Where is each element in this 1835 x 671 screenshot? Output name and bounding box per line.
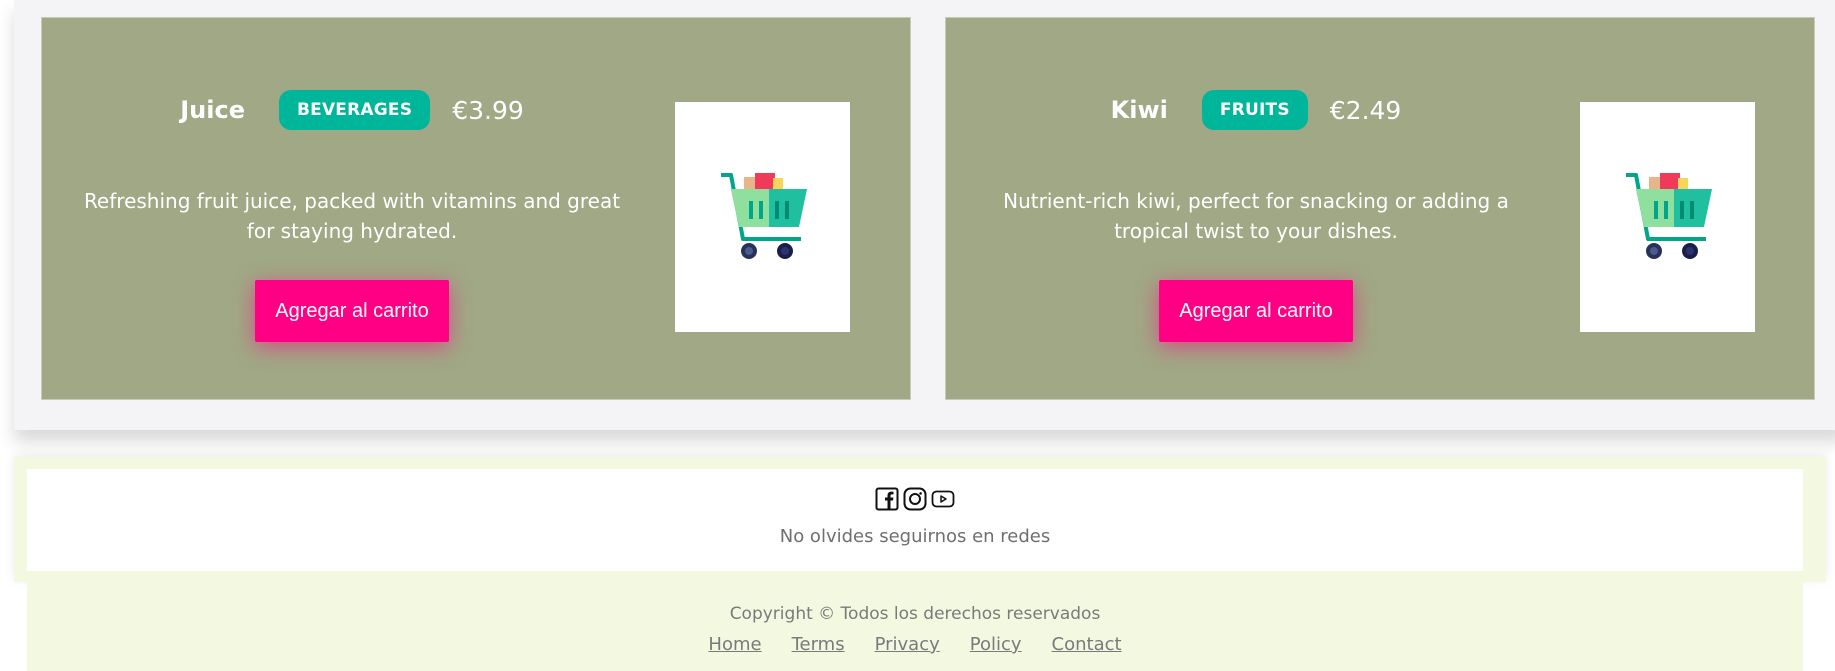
footer-link-policy[interactable]: Policy bbox=[970, 634, 1022, 655]
footer-link-home[interactable]: Home bbox=[708, 634, 761, 655]
footer: Copyright © Todos los derechos reservado… bbox=[27, 571, 1803, 671]
footer-link-terms[interactable]: Terms bbox=[792, 634, 845, 655]
footer-link-contact[interactable]: Contact bbox=[1052, 634, 1122, 655]
footer-links: Home Terms Privacy Policy Contact bbox=[27, 634, 1803, 655]
product-image bbox=[675, 102, 850, 332]
products-panel: Juice BEVERAGES €3.99 Refreshing fruit j… bbox=[14, 0, 1835, 430]
social-follow-text: No olvides seguirnos en redes bbox=[779, 526, 1051, 547]
shopping-cart-icon bbox=[1625, 173, 1712, 259]
footer-link-privacy[interactable]: Privacy bbox=[875, 634, 940, 655]
product-price: €3.99 bbox=[452, 95, 524, 125]
facebook-icon[interactable] bbox=[875, 487, 899, 511]
social-icons bbox=[27, 487, 1803, 511]
product-description: Nutrient-rich kiwi, perfect for snacking… bbox=[1003, 189, 1509, 243]
youtube-icon[interactable] bbox=[931, 487, 955, 511]
copyright-text: Copyright © Todos los derechos reservado… bbox=[729, 604, 1101, 624]
category-badge: BEVERAGES bbox=[278, 90, 431, 130]
shopping-cart-icon bbox=[720, 173, 807, 259]
product-info: Kiwi FRUITS €2.49 Nutrient-rich kiwi, pe… bbox=[976, 18, 1536, 399]
product-description: Refreshing fruit juice, packed with vita… bbox=[83, 189, 621, 243]
product-image bbox=[1580, 102, 1755, 332]
instagram-icon[interactable] bbox=[903, 487, 927, 511]
add-to-cart-button[interactable]: Agregar al carrito bbox=[1159, 280, 1353, 342]
product-title-row: Kiwi FRUITS €2.49 bbox=[976, 90, 1536, 130]
product-name: Juice bbox=[180, 96, 245, 124]
category-badge: FRUITS bbox=[1201, 90, 1308, 130]
product-price: €2.49 bbox=[1329, 95, 1402, 125]
social-box: No olvides seguirnos en redes bbox=[27, 469, 1803, 571]
product-card: Kiwi FRUITS €2.49 Nutrient-rich kiwi, pe… bbox=[945, 17, 1815, 400]
product-card: Juice BEVERAGES €3.99 Refreshing fruit j… bbox=[41, 17, 911, 400]
product-info: Juice BEVERAGES €3.99 Refreshing fruit j… bbox=[72, 18, 632, 399]
product-name: Kiwi bbox=[1110, 96, 1168, 124]
add-to-cart-button[interactable]: Agregar al carrito bbox=[255, 280, 449, 342]
product-title-row: Juice BEVERAGES €3.99 bbox=[72, 90, 632, 130]
